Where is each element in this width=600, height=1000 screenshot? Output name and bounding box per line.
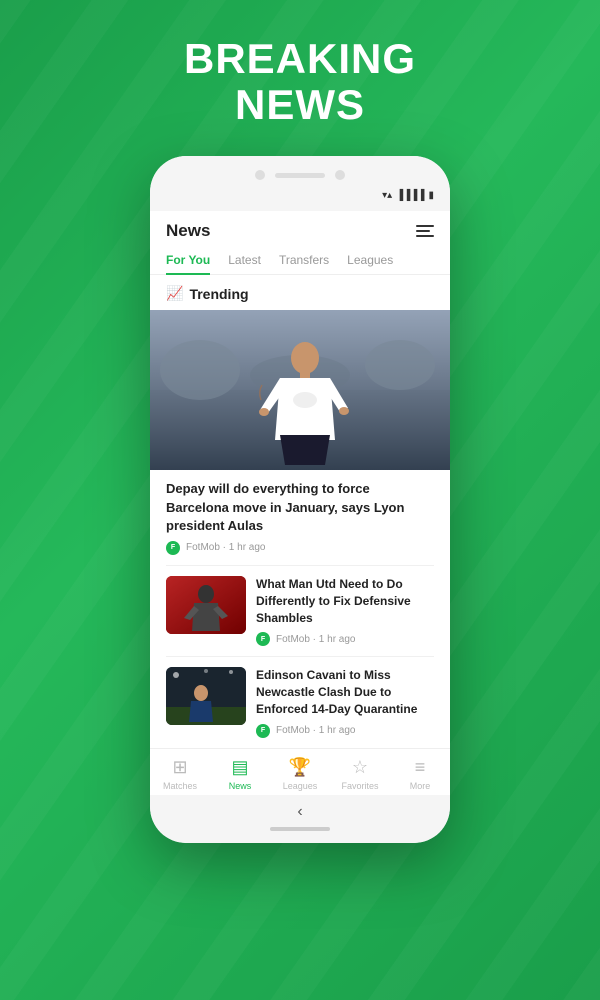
camera-row bbox=[255, 170, 345, 180]
tab-latest[interactable]: Latest bbox=[228, 247, 261, 275]
news-source-2: FotMob · 1 hr ago bbox=[276, 725, 356, 736]
wifi-icon: ▾▴ bbox=[382, 190, 392, 201]
sensor bbox=[335, 170, 345, 180]
news-thumb-img-1 bbox=[166, 576, 246, 634]
trending-icon: 📈 bbox=[166, 285, 183, 302]
nav-favorites[interactable]: ☆ Favorites bbox=[330, 757, 390, 791]
news-item-2[interactable]: Edinson Cavani to Miss Newcastle Clash D… bbox=[150, 657, 450, 747]
hero-source-row: F FotMob · 1 hr ago bbox=[150, 541, 450, 565]
breaking-news-headline: BREAKING NEWS bbox=[184, 36, 416, 128]
nav-news[interactable]: ▤ News bbox=[210, 757, 270, 791]
news-source-1: FotMob · 1 hr ago bbox=[276, 634, 356, 645]
hero-image bbox=[150, 310, 450, 470]
app-content: News For You Latest Transfers Leagues 📈 … bbox=[150, 211, 450, 794]
status-bar: ▾▴ ▐▐▐▐ ▮ bbox=[150, 188, 450, 201]
news-source-row-1: F FotMob · 1 hr ago bbox=[256, 632, 434, 646]
more-icon: ≡ bbox=[415, 757, 426, 778]
news-icon: ▤ bbox=[231, 757, 248, 778]
menu-line-2 bbox=[416, 230, 430, 232]
phone-top-bezel: ▾▴ ▐▐▐▐ ▮ bbox=[150, 156, 450, 211]
trending-section-header: 📈 Trending bbox=[150, 275, 450, 310]
nav-leagues[interactable]: 🏆 Leagues bbox=[270, 757, 330, 791]
nav-more[interactable]: ≡ More bbox=[390, 757, 450, 791]
fotmob-logo-2: F bbox=[256, 724, 270, 738]
speaker-grille bbox=[275, 173, 325, 178]
hero-source-text: FotMob · 1 hr ago bbox=[186, 542, 266, 553]
hero-headline: Depay will do everything to force Barcel… bbox=[150, 470, 450, 541]
news-source-row-2: F FotMob · 1 hr ago bbox=[256, 724, 434, 738]
headline-line1: BREAKING bbox=[184, 36, 416, 82]
front-camera bbox=[255, 170, 265, 180]
menu-line-3 bbox=[416, 235, 434, 237]
tab-bar: For You Latest Transfers Leagues bbox=[150, 247, 450, 275]
leagues-label: Leagues bbox=[283, 781, 318, 791]
more-label: More bbox=[410, 781, 431, 791]
news-thumb-img-2 bbox=[166, 667, 246, 725]
trending-label: Trending bbox=[189, 286, 248, 302]
news-thumb-2 bbox=[166, 667, 246, 725]
fotmob-logo-1: F bbox=[256, 632, 270, 646]
news-item-1[interactable]: What Man Utd Need to Do Differently to F… bbox=[150, 566, 450, 656]
headline-line2: NEWS bbox=[184, 82, 416, 128]
matches-label: Matches bbox=[163, 781, 197, 791]
bottom-navigation: ⊞ Matches ▤ News 🏆 Leagues ☆ Favorites ≡… bbox=[150, 748, 450, 795]
phone-mockup: ▾▴ ▐▐▐▐ ▮ News For You Latest Transfers … bbox=[150, 156, 450, 842]
favorites-label: Favorites bbox=[341, 781, 378, 791]
news-thumb-1 bbox=[166, 576, 246, 634]
nav-matches[interactable]: ⊞ Matches bbox=[150, 757, 210, 791]
tab-for-you[interactable]: For You bbox=[166, 247, 210, 275]
news-title-2: Edinson Cavani to Miss Newcastle Clash D… bbox=[256, 667, 434, 717]
menu-button[interactable] bbox=[416, 225, 434, 237]
phone-bottom-bezel: ‹ bbox=[150, 795, 450, 843]
app-title: News bbox=[166, 221, 210, 241]
menu-line-1 bbox=[416, 225, 434, 227]
tab-leagues[interactable]: Leagues bbox=[347, 247, 393, 275]
leagues-icon: 🏆 bbox=[289, 757, 311, 778]
news-title-1: What Man Utd Need to Do Differently to F… bbox=[256, 576, 434, 626]
news-label: News bbox=[229, 781, 252, 791]
battery-icon: ▮ bbox=[428, 190, 434, 201]
home-indicator[interactable] bbox=[270, 827, 330, 831]
news-info-1: What Man Utd Need to Do Differently to F… bbox=[256, 576, 434, 646]
app-header: News bbox=[150, 211, 450, 247]
news-info-2: Edinson Cavani to Miss Newcastle Clash D… bbox=[256, 667, 434, 737]
fotmob-logo-hero: F bbox=[166, 541, 180, 555]
favorites-icon: ☆ bbox=[352, 757, 368, 778]
tab-transfers[interactable]: Transfers bbox=[279, 247, 329, 275]
back-button[interactable]: ‹ bbox=[297, 803, 302, 821]
signal-icon: ▐▐▐▐ bbox=[396, 190, 424, 201]
matches-icon: ⊞ bbox=[172, 757, 187, 778]
